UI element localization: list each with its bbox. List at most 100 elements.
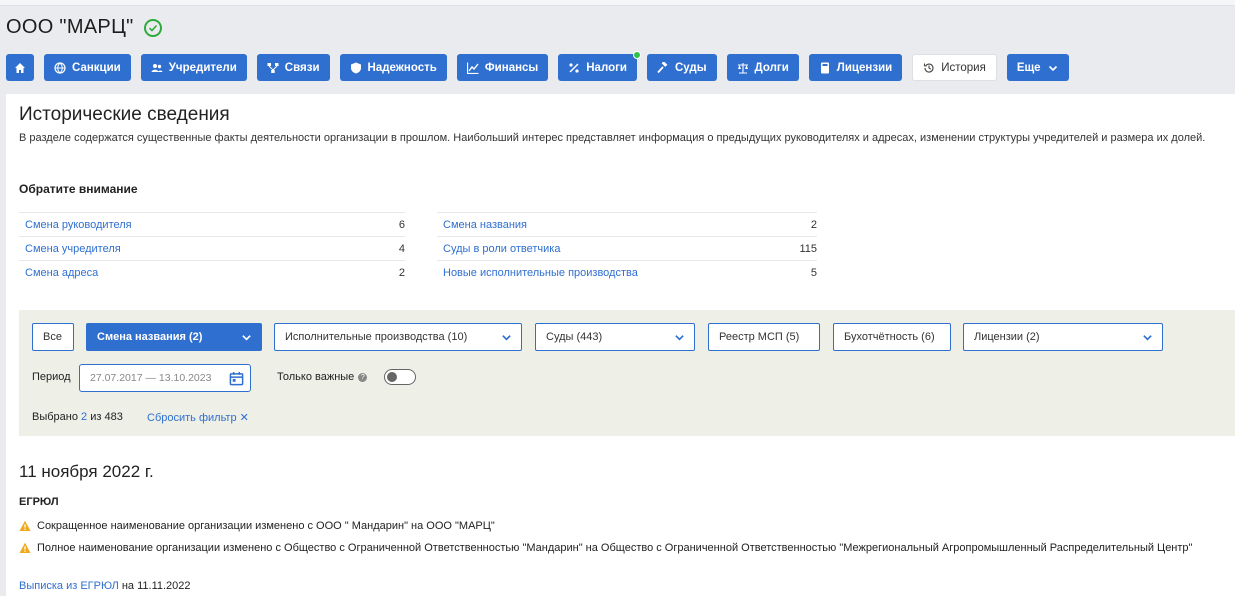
selected-count: Выбрано 2 из 483 (32, 411, 123, 423)
event-item: Полное наименование организации изменено… (19, 541, 1219, 555)
stat-link-address-change[interactable]: Смена адреса (25, 267, 98, 279)
filter-licenses-label: Лицензии (2) (974, 331, 1040, 343)
nav-sanctions-button[interactable]: Санкции (44, 54, 131, 81)
nav-links-label: Связи (284, 61, 320, 74)
toggle-knob (387, 372, 397, 382)
selected-prefix: Выбрано (32, 411, 78, 423)
stats-right: Смена названия 2 Суды в роли ответчика 1… (437, 212, 817, 284)
scales-icon (737, 62, 748, 74)
nav-sanctions-label: Санкции (72, 61, 121, 74)
filter-courts-label: Суды (443) (546, 331, 603, 343)
stat-row: Смена названия 2 (437, 212, 817, 236)
period-value: 27.07.2017 — 13.10.2023 (90, 372, 212, 384)
chart-icon (466, 62, 479, 74)
reset-filter-link[interactable]: Сбросить фильтр ✕ (147, 411, 249, 424)
nav-taxes-button[interactable]: Налоги (558, 51, 641, 81)
important-only-toggle[interactable] (384, 369, 416, 385)
nav-courts-label: Суды (675, 61, 707, 74)
stat-count: 115 (799, 242, 817, 255)
selected-number: 2 (81, 411, 88, 423)
nav-founders-button[interactable]: Учредители (140, 54, 247, 81)
close-icon: ✕ (239, 412, 249, 424)
chevron-down-icon (502, 335, 511, 341)
nav-history-button[interactable]: История (912, 54, 997, 81)
shield-icon (350, 62, 361, 73)
stat-link-name-change[interactable]: Смена названия (443, 219, 527, 231)
extract-line: Выписка из ЕГРЮЛ на 11.11.2022 (19, 580, 191, 592)
company-header: ООО "МАРЦ" (6, 16, 162, 39)
chevron-down-icon (1048, 65, 1057, 71)
stat-row: Новые исполнительные производства 5 (437, 260, 817, 284)
stat-count: 5 (810, 266, 817, 279)
important-only-label: Только важные (277, 371, 355, 383)
period-date-input[interactable]: 27.07.2017 — 13.10.2023 (79, 364, 251, 392)
stat-link-director-change[interactable]: Смена руководителя (25, 219, 132, 231)
filter-panel: Все Смена названия (2) Исполнительные пр… (19, 310, 1235, 436)
important-only-label-wrap: Только важные ? (277, 371, 368, 383)
filter-exec-dropdown[interactable]: Исполнительные производства (10) (274, 323, 522, 351)
nav-reliability-button[interactable]: Надежность (339, 54, 447, 81)
nav-licenses-button[interactable]: Лицензии (808, 54, 903, 81)
nav-reliability-label: Надежность (367, 61, 437, 74)
nav-debts-label: Долги (754, 61, 789, 74)
filter-exec-label: Исполнительные производства (10) (285, 331, 468, 343)
nav-more-label: Еще (1016, 61, 1041, 74)
stat-count: 4 (398, 242, 405, 255)
nav-history-label: История (941, 61, 986, 74)
entry-source: ЕГРЮЛ (19, 496, 59, 508)
event-item: Сокращенное наименование организации изм… (19, 519, 1219, 533)
company-name: ООО "МАРЦ" (6, 16, 134, 38)
stat-count: 2 (810, 218, 817, 231)
gavel-icon (657, 61, 668, 73)
network-icon (267, 62, 279, 73)
history-icon (924, 63, 934, 73)
home-icon (15, 62, 25, 73)
filter-courts-dropdown[interactable]: Суды (443) (535, 323, 695, 351)
globe-icon (54, 61, 66, 74)
nav-finance-button[interactable]: Финансы (456, 54, 549, 81)
section-description: В разделе содержатся существенные факты … (19, 132, 1206, 144)
filter-all-button[interactable]: Все (32, 323, 74, 351)
period-label: Период (32, 371, 71, 383)
nav-debts-button[interactable]: Долги (726, 54, 799, 81)
page-title: Исторические сведения (19, 104, 230, 125)
stat-count: 2 (398, 266, 405, 279)
stat-row: Смена адреса 2 (19, 260, 405, 284)
stats-left: Смена руководителя 6 Смена учредителя 4 … (19, 212, 405, 284)
history-panel: Исторические сведения В разделе содержат… (6, 94, 1235, 596)
extract-date: на 11.11.2022 (121, 580, 191, 592)
filter-msp-button[interactable]: Реестр МСП (5) (708, 323, 820, 351)
top-strip (0, 0, 1235, 6)
filter-accounting-button[interactable]: Бухотчётность (6) (833, 323, 951, 351)
egrul-extract-link[interactable]: Выписка из ЕГРЮЛ (19, 580, 119, 592)
new-indicator-dot (633, 51, 641, 59)
stat-count: 6 (398, 218, 405, 231)
reset-filter-label: Сбросить фильтр (147, 412, 237, 424)
stat-link-new-exec[interactable]: Новые исполнительные производства (443, 267, 638, 279)
stat-row: Смена учредителя 4 (19, 236, 405, 260)
book-icon (820, 62, 829, 73)
nav-founders-label: Учредители (168, 61, 237, 74)
nav-courts-button[interactable]: Суды (647, 54, 717, 81)
calendar-icon[interactable] (229, 371, 244, 386)
chevron-down-icon (675, 335, 684, 341)
warning-icon (19, 542, 31, 553)
verified-check-icon (143, 18, 162, 37)
home-button[interactable] (6, 54, 34, 81)
event-text: Полное наименование организации изменено… (37, 542, 1193, 554)
help-icon[interactable]: ? (358, 372, 368, 382)
warning-icon (19, 520, 31, 531)
stat-link-founder-change[interactable]: Смена учредителя (25, 243, 121, 255)
users-icon (151, 63, 163, 72)
filter-licenses-dropdown[interactable]: Лицензии (2) (963, 323, 1163, 351)
event-text: Сокращенное наименование организации изм… (37, 520, 495, 532)
attention-heading: Обратите внимание (19, 182, 138, 196)
filter-name-change-dropdown[interactable]: Смена названия (2) (86, 323, 262, 351)
nav-taxes-label: Налоги (586, 61, 627, 74)
nav-more-button[interactable]: Еще (1006, 54, 1069, 81)
selected-suffix: из 483 (90, 411, 123, 423)
percent-icon (569, 62, 579, 73)
stat-link-courts-defendant[interactable]: Суды в роли ответчика (443, 243, 560, 255)
filter-name-change-label: Смена названия (2) (97, 331, 203, 343)
nav-links-button[interactable]: Связи (256, 54, 330, 81)
